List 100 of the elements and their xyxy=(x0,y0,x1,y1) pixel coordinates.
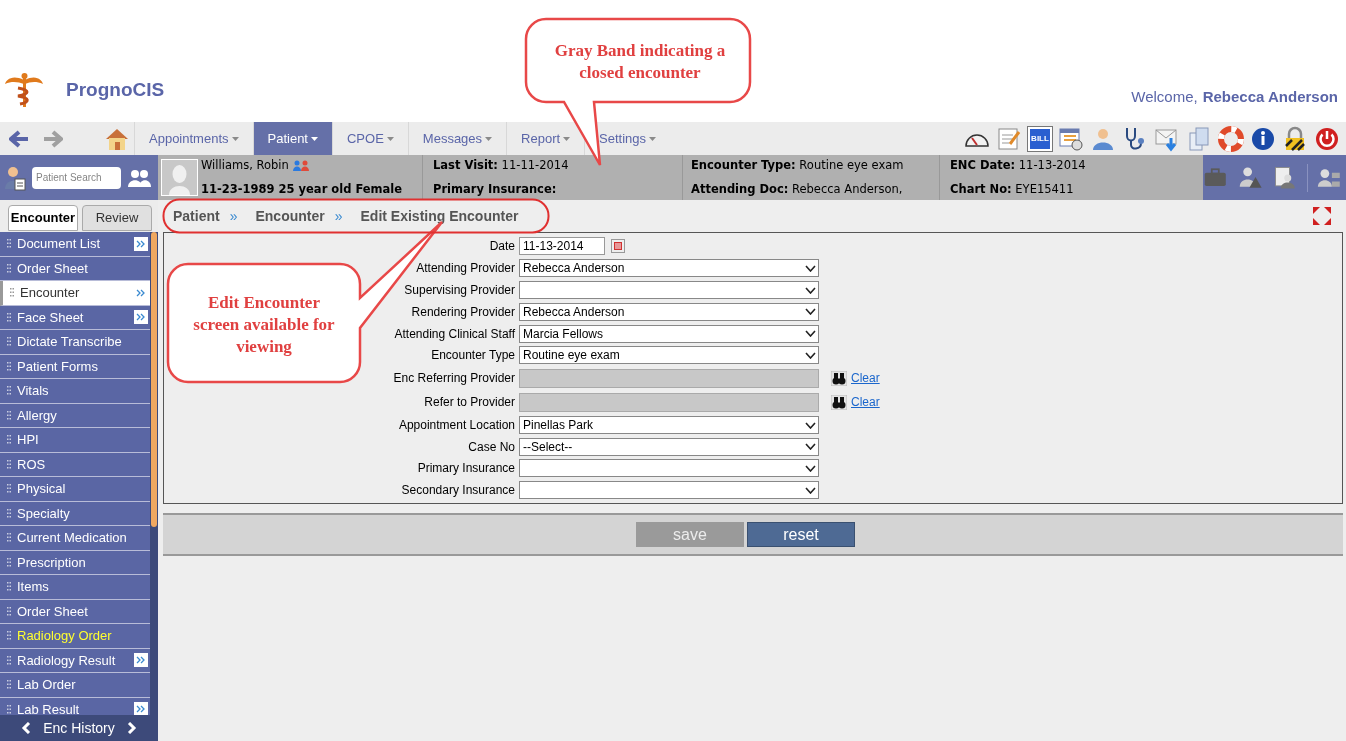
sidebar-item[interactable]: Items xyxy=(0,575,150,600)
sidebar-item[interactable]: Order Sheet xyxy=(0,599,150,624)
expand-icon[interactable] xyxy=(134,310,148,325)
expand-icon[interactable] xyxy=(134,702,148,715)
caret-icon xyxy=(386,136,394,141)
family-icon xyxy=(292,160,309,172)
breadcrumb-separator: » xyxy=(229,206,238,226)
select-field[interactable]: Rebecca Anderson xyxy=(519,259,819,278)
callout-text: Gray Band indicating a closed encounter xyxy=(553,40,727,84)
patient-info-text: Attending Doc: Rebecca Anderson, xyxy=(691,180,904,198)
grip-icon xyxy=(7,435,11,445)
select-field[interactable]: Rebecca Anderson xyxy=(519,302,819,321)
sidebar-item[interactable]: Patient Forms xyxy=(0,354,150,379)
sidebar-item[interactable]: Prescription xyxy=(0,550,150,575)
chevron-left-icon[interactable] xyxy=(21,722,32,734)
expand-icon[interactable] xyxy=(134,653,148,668)
caret-icon xyxy=(563,136,571,141)
chevron-right-icon[interactable] xyxy=(126,722,137,734)
select-field[interactable] xyxy=(519,281,819,300)
sidebar-item[interactable]: Order Sheet xyxy=(0,256,150,281)
sidebar-item[interactable]: Encounter xyxy=(0,281,150,306)
grip-icon xyxy=(7,361,11,371)
sidebar-item[interactable]: Current Medication xyxy=(0,526,150,551)
note-edit-icon[interactable] xyxy=(996,125,1022,152)
caduceus-icon xyxy=(4,72,44,108)
field-label: Date xyxy=(489,238,515,256)
grip-icon xyxy=(7,263,11,273)
enc-history-bar[interactable]: Enc History xyxy=(0,715,158,741)
lifebuoy-icon[interactable] xyxy=(1218,125,1244,152)
users-icon[interactable] xyxy=(127,167,151,188)
select-field[interactable]: Pinellas Park xyxy=(519,416,819,435)
select-field[interactable] xyxy=(519,481,819,500)
sidebar-item[interactable]: Specialty xyxy=(0,501,150,526)
sidebar-item[interactable]: Physical xyxy=(0,477,150,502)
breadcrumb-link[interactable]: Encounter xyxy=(255,205,325,227)
sidebar-item[interactable]: Radiology Result xyxy=(0,648,150,673)
scrollbar-thumb[interactable] xyxy=(151,232,157,527)
user-list-icon xyxy=(4,164,26,191)
welcome-text: Welcome, xyxy=(1131,86,1198,107)
field-label: Attending Provider xyxy=(416,260,515,278)
binoculars-icon[interactable] xyxy=(831,370,847,386)
patient-info-text: Chart No: EYE15411 xyxy=(950,180,1075,198)
select-field[interactable]: Marcia Fellows xyxy=(519,324,819,343)
grip-icon xyxy=(7,631,11,641)
caret-icon xyxy=(311,136,318,141)
sidebar-item[interactable]: Document List xyxy=(0,232,150,257)
expand-icon[interactable] xyxy=(134,236,148,251)
sidebar-item[interactable]: ROS xyxy=(0,452,150,477)
patient-name[interactable]: Williams, Robin xyxy=(201,157,289,175)
date-field[interactable]: 11-13-2014 xyxy=(519,237,605,256)
grip-icon xyxy=(7,239,11,249)
dropdown-caret-icon xyxy=(805,421,816,429)
grip-icon xyxy=(7,680,11,690)
reset-button[interactable]: reset xyxy=(747,522,855,547)
dropdown-caret-icon xyxy=(805,486,816,494)
breadcrumb-separator: » xyxy=(334,206,343,226)
grip-icon xyxy=(7,508,11,518)
sidebar-item[interactable]: Dictate Transcribe xyxy=(0,330,150,355)
dropdown-caret-icon xyxy=(805,464,816,472)
user-name: Rebecca Anderson xyxy=(1202,86,1338,107)
sidebar-item[interactable]: Lab Order xyxy=(0,673,150,698)
breadcrumb-link[interactable]: Edit Existing Encounter xyxy=(360,205,519,227)
patient-info-text: Primary Insurance: xyxy=(433,180,558,198)
breadcrumb-link[interactable]: Patient xyxy=(173,205,220,227)
select-field[interactable]: Routine eye exam xyxy=(519,346,819,365)
binoculars-icon[interactable] xyxy=(831,394,847,410)
patient-info-text: Encounter Type: Routine eye exam xyxy=(691,157,905,175)
field-label: Primary Insurance xyxy=(417,460,515,478)
field-label: Secondary Insurance xyxy=(401,482,515,500)
info-icon[interactable] xyxy=(1250,125,1276,152)
calendar-icon[interactable] xyxy=(611,239,625,254)
home-icon[interactable] xyxy=(104,126,130,151)
patient-search-field[interactable]: Patient Search xyxy=(32,166,121,189)
clear-link[interactable]: Clear xyxy=(851,369,880,388)
sidebar-tab[interactable]: Encounter xyxy=(8,205,78,231)
sidebar-tab[interactable]: Review xyxy=(82,205,152,231)
caret-icon xyxy=(649,136,657,141)
power-icon[interactable] xyxy=(1314,125,1340,152)
field-label: Attending Clinical Staff xyxy=(394,325,515,343)
select-field[interactable] xyxy=(519,459,819,478)
calendar-clock-icon[interactable] xyxy=(1058,125,1084,152)
sidebar-item[interactable]: Face Sheet xyxy=(0,305,150,330)
grip-icon xyxy=(7,533,11,543)
grip-icon xyxy=(7,704,11,714)
sidebar-item[interactable]: HPI xyxy=(0,428,150,453)
nav-tab[interactable]: Patient xyxy=(252,122,332,155)
grip-icon xyxy=(7,484,11,494)
sidebar-item[interactable]: Vitals xyxy=(0,379,150,404)
sidebar-item[interactable]: Allergy xyxy=(0,403,150,428)
bill-button[interactable]: BILL xyxy=(1028,126,1052,151)
clear-link[interactable]: Clear xyxy=(851,393,880,412)
dropdown-caret-icon xyxy=(805,286,816,294)
back-arrow-icon[interactable] xyxy=(9,129,29,148)
grip-icon xyxy=(7,606,11,616)
select-field[interactable]: --Select-- xyxy=(519,437,819,456)
expand-arrows-icon[interactable] xyxy=(1312,206,1332,226)
patient-info-text: Last Visit: 11-11-2014 xyxy=(433,157,570,175)
field-label: Supervising Provider xyxy=(404,282,515,300)
caret-icon xyxy=(231,136,239,141)
sidebar-item[interactable]: Radiology Order xyxy=(0,624,150,649)
